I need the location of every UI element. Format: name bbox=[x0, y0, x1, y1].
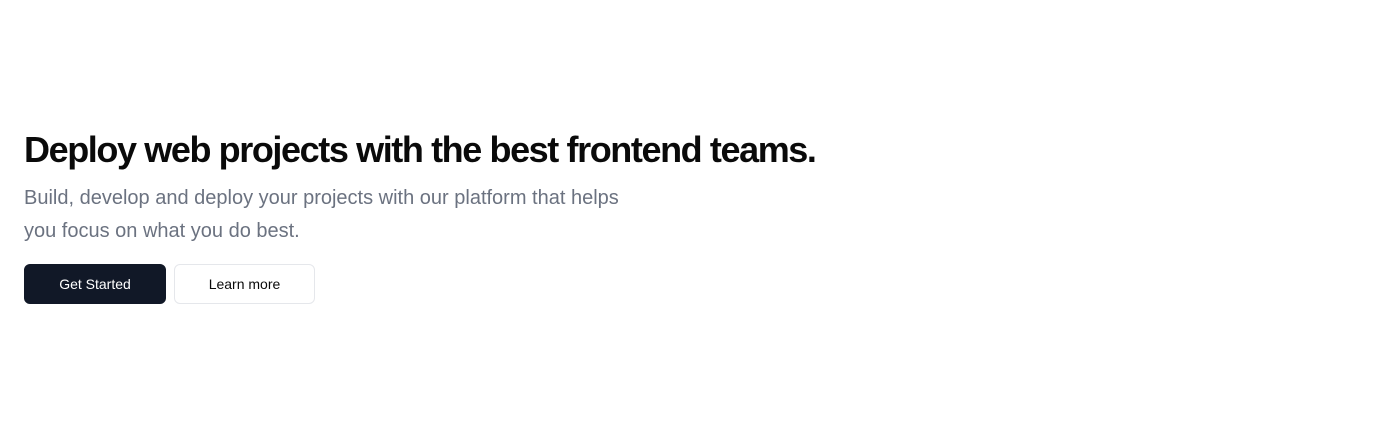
hero-subtitle: Build, develop and deploy your projects … bbox=[24, 187, 619, 242]
hero-title: Deploy web projects with the best fronte… bbox=[24, 129, 817, 170]
get-started-button[interactable]: Get Started bbox=[24, 264, 166, 304]
hero-actions: Get Started Learn more bbox=[24, 264, 924, 304]
hero-section: Deploy web projects with the best fronte… bbox=[24, 128, 924, 304]
learn-more-button[interactable]: Learn more bbox=[174, 264, 315, 304]
